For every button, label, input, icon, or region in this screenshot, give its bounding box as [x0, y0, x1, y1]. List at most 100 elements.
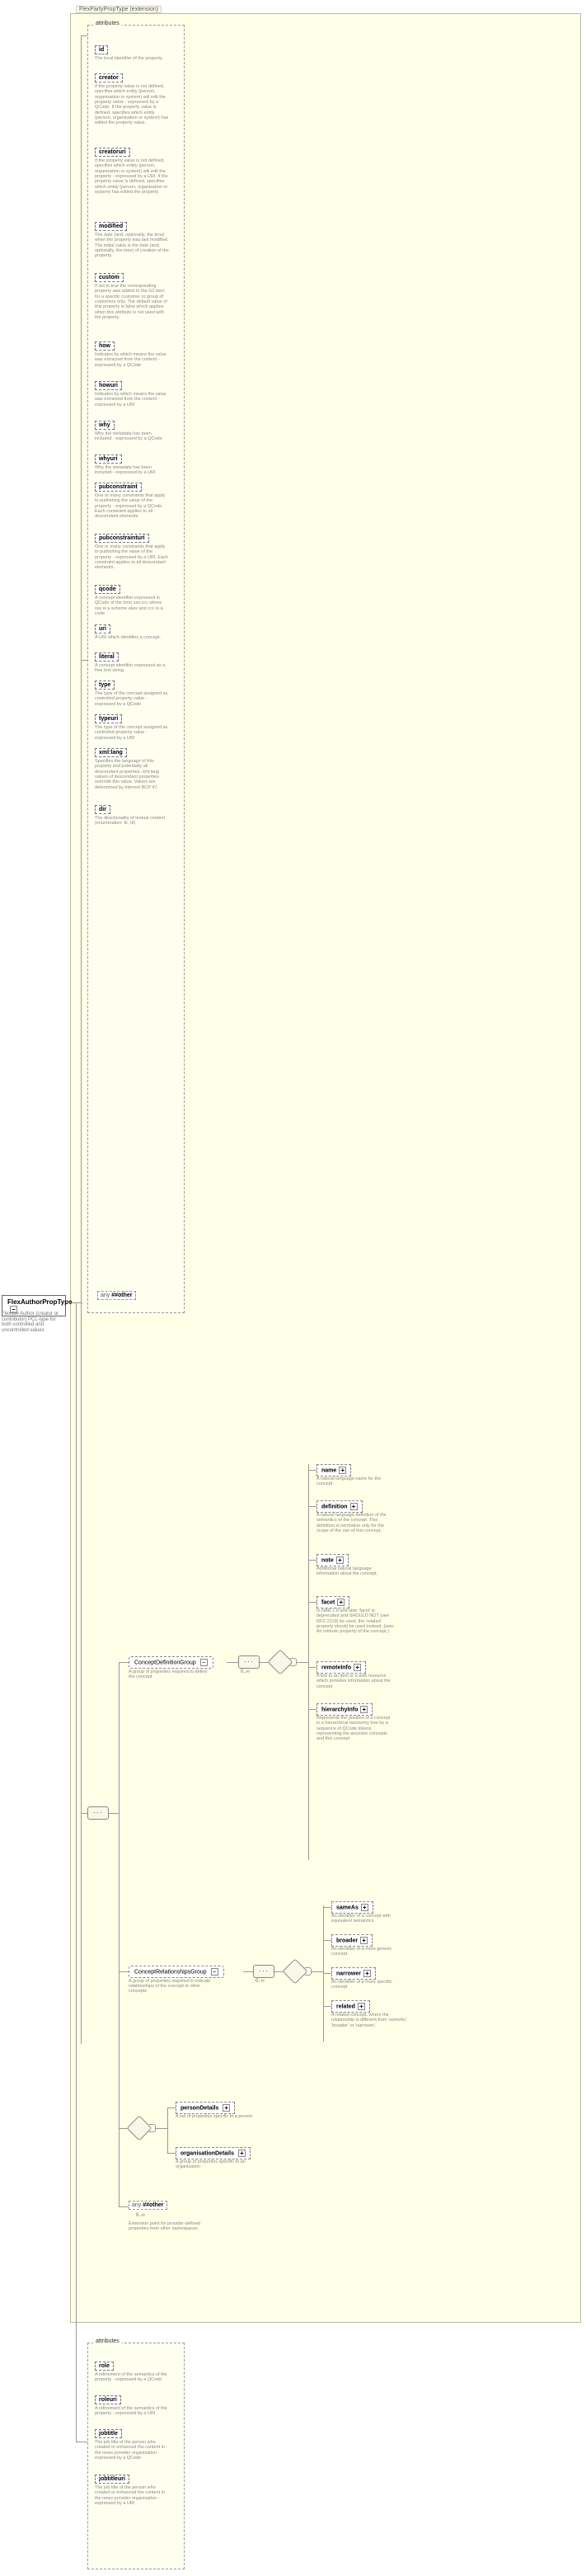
attr-name: howuri	[95, 381, 122, 390]
attribute-creatoruri: creatoruriIf the property value is not d…	[95, 148, 169, 195]
attr-name: pubconstraint	[95, 483, 142, 492]
elem-desc: A group of properties specific to an org…	[176, 2159, 266, 2170]
conn	[305, 1967, 312, 1976]
elem-name: related	[336, 2004, 355, 2009]
root-type-desc: Flexible Author (creator or contributor)…	[2, 1312, 59, 1333]
expand-icon[interactable]: +	[358, 2003, 365, 2010]
connector	[81, 1813, 87, 1814]
attr-desc: A refinement of the semantics of the pro…	[95, 2372, 169, 2383]
attr-name: role	[95, 2362, 114, 2371]
elem-definition: definition+	[316, 1500, 363, 1513]
attribute-role: roleA refinement of the semantics of the…	[95, 2362, 169, 2383]
connector	[312, 1971, 323, 1972]
expand-icon[interactable]: +	[336, 1556, 344, 1564]
expand-icon[interactable]: +	[361, 1904, 368, 1911]
expand-icon[interactable]: +	[360, 1706, 368, 1713]
attr-desc: Specifies the language of this property …	[95, 759, 169, 790]
attr-name: why	[95, 421, 115, 430]
elem-name: remoteInfo	[321, 1665, 351, 1670]
expand-icon[interactable]: −	[211, 1968, 218, 1976]
connector	[308, 1470, 316, 1471]
expand-icon[interactable]: +	[350, 1503, 358, 1510]
attr-name: type	[95, 680, 115, 690]
connector	[323, 1940, 331, 1941]
connector	[167, 2107, 168, 2153]
elem-name: broader	[336, 1938, 358, 1943]
elem-facet: facet+	[316, 1596, 349, 1608]
elem-name: name+	[316, 1464, 351, 1476]
elem-desc: Additional natural language information …	[316, 1566, 395, 1577]
elem-desc: An identifier of a more specific concept…	[331, 1980, 410, 1990]
attr-desc: Why the metadata has been included - exp…	[95, 431, 169, 442]
attr-name: custom	[95, 273, 124, 282]
connector	[81, 660, 87, 661]
cardinality: 0..∞	[255, 1979, 265, 1984]
elem-remoteInfo: remoteInfo+	[316, 1661, 366, 1674]
attr-desc: The type of the concept assigned as cont…	[95, 691, 169, 707]
connector	[323, 1973, 331, 1974]
expand-icon[interactable]: +	[363, 1970, 371, 1977]
connector	[81, 35, 82, 2044]
group-desc: A group of properties required to indica…	[129, 1979, 211, 1994]
attribute-modified: modifiedThe date (and, optionally, the t…	[95, 222, 169, 259]
connector	[308, 1667, 316, 1668]
attr-desc: The date (and, optionally, the time) whe…	[95, 233, 169, 259]
attribute-pubconstrainturi: pubconstrainturiOne or many constraints …	[95, 534, 169, 571]
attr-name: how	[95, 341, 115, 351]
connector	[308, 1709, 316, 1710]
cardinality: 0..∞	[241, 1669, 250, 1674]
attribute-uri: uriA URI which identifies a concept.	[95, 624, 169, 640]
attribute-jobtitleuri: jobtitleuriThe job title of the person w…	[95, 2475, 169, 2506]
attributes-label: attributes	[93, 21, 122, 26]
expand-icon[interactable]: +	[354, 1664, 361, 1671]
attribute-literal: literalA concept identifier expressed as…	[95, 652, 169, 674]
attr-name: dir	[95, 805, 110, 814]
attr-desc: The job title of the person who created …	[95, 2485, 169, 2506]
elem-broader: broader+	[331, 1934, 373, 1947]
any-other-desc: Extension point for provider-defined pro…	[129, 2221, 207, 2232]
connector	[119, 2206, 129, 2207]
elem-desc: A related concept, where the relationshi…	[331, 2013, 410, 2028]
connector	[156, 2128, 167, 2129]
extension-label: FlexPartyPropType (extension)	[76, 6, 162, 13]
attributes-bottom-box: attributes roleA refinement of the seman…	[87, 2343, 185, 2569]
any-other-label: ##other	[111, 1293, 132, 1298]
connector	[297, 1662, 308, 1663]
attribute-dir: dir The directionality of textual content…	[95, 805, 169, 826]
expand-icon[interactable]: +	[223, 2104, 230, 2112]
elem-sameAs: sameAs+	[331, 1901, 373, 1914]
elem-desc: A natural language name for the concept.	[316, 1476, 395, 1487]
expand-icon[interactable]: −	[200, 1659, 208, 1666]
attr-name: creatoruri	[95, 148, 130, 157]
connector	[76, 1302, 77, 2442]
connector	[167, 2107, 176, 2108]
elem-name: name	[321, 1467, 336, 1473]
attribute-howuri: howuri Indicates by which means the value…	[95, 381, 169, 407]
elem-name: organisationDetails	[180, 2150, 234, 2156]
group-label: ConceptDefinitionGroup	[134, 1660, 196, 1665]
attr-desc: The directionality of textual content (e…	[95, 816, 169, 826]
expand-icon[interactable]: +	[238, 2150, 246, 2157]
attr-name: id	[95, 45, 108, 54]
elem-name: note	[321, 1557, 334, 1563]
conn	[290, 1658, 297, 1666]
connector	[119, 1662, 120, 2206]
attr-name: creator	[95, 73, 123, 82]
attribute-qcode: qcodeA concept identifier expressed in Q…	[95, 585, 169, 616]
sequence-rel	[253, 1965, 274, 1978]
attribute-jobtitle: jobtitleThe job title of the person who …	[95, 2429, 169, 2461]
expand-icon[interactable]: +	[337, 1599, 345, 1606]
concept-relationships-group: ConceptRelationshipsGroup −	[129, 1966, 224, 1978]
attr-name: whyuri	[95, 454, 122, 464]
attribute-how: howIndicates by which means the value wa…	[95, 341, 169, 368]
expand-icon[interactable]: +	[339, 1467, 346, 1474]
elem-name: narrower	[336, 1971, 361, 1976]
attr-name: qcode	[95, 585, 120, 594]
concept-definition-group: ConceptDefinitionGroup −	[129, 1656, 213, 1669]
attr-desc: The job title of the person who created …	[95, 2440, 169, 2461]
attr-desc: Indicates by which means the value was e…	[95, 392, 169, 407]
attr-desc: A concept identifier expressed as a free…	[95, 663, 169, 674]
expand-icon[interactable]: +	[360, 1937, 368, 1944]
attr-desc: One or many constraints that apply to pu…	[95, 493, 169, 520]
elem-name: definition	[321, 1504, 348, 1509]
